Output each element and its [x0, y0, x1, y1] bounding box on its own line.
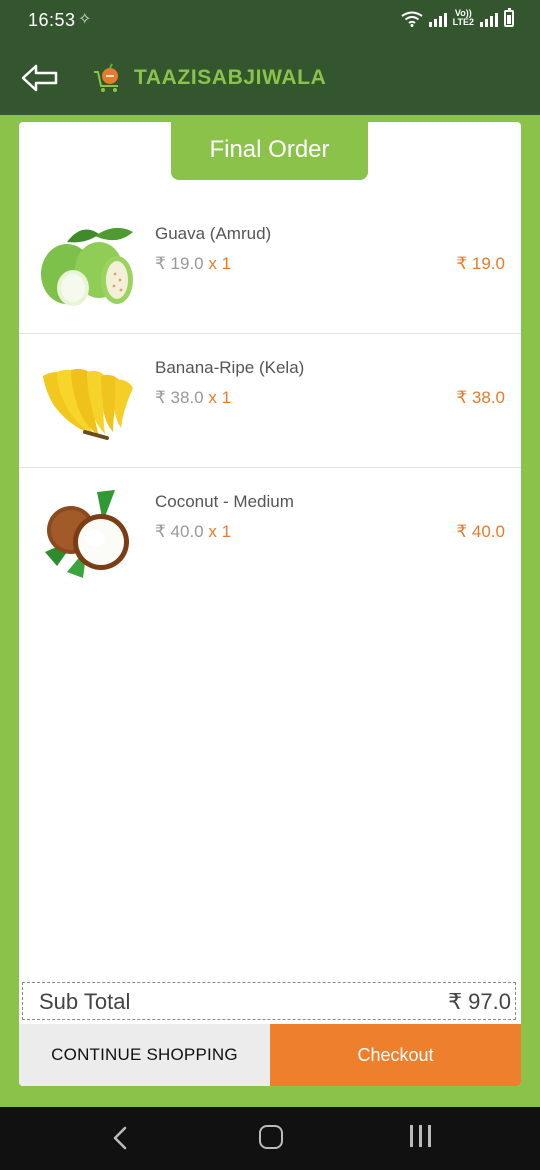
banana-image [43, 368, 133, 440]
item-quantity: x 1 [208, 388, 232, 407]
volte-indicator: Vo)) LTE2 [453, 9, 474, 27]
brand: TAAZISABJIWALA [92, 62, 326, 94]
magic-wand-icon: ✧ [78, 11, 92, 28]
nav-recents-icon[interactable] [410, 1125, 431, 1147]
signal-icon-1 [428, 11, 447, 27]
status-bar: 16:53 ✧ Vo)) LTE2 [0, 0, 540, 42]
item-unit-price: ₹ 40.0 x 1 [155, 522, 231, 542]
item-unit-price: ₹ 38.0 x 1 [155, 388, 231, 408]
order-item[interactable]: Banana-Ripe (Kela) ₹ 38.0 x 1 ₹ 38.0 [19, 334, 521, 468]
item-name: Coconut - Medium [155, 492, 294, 511]
final-order-tab: Final Order [171, 122, 368, 180]
order-card: Final Order Guava (Amrud) ₹ 19.0 x 1 ₹ 1 [19, 122, 521, 1086]
order-item[interactable]: Coconut - Medium ₹ 40.0 x 1 ₹ 40.0 [19, 468, 521, 602]
subtotal-row: Sub Total ₹ 97.0 [22, 982, 516, 1020]
battery-icon [504, 8, 514, 27]
back-arrow-icon [21, 64, 58, 92]
cart-logo-icon [94, 63, 118, 92]
item-unit-price: ₹ 19.0 x 1 [155, 254, 231, 274]
guava-image [41, 227, 133, 306]
status-icons: Vo)) LTE2 [401, 8, 514, 27]
item-unit-price-value: ₹ 38.0 [155, 388, 204, 407]
system-nav-bar [0, 1107, 540, 1170]
subtotal-value: ₹ 97.0 [448, 989, 511, 1014]
item-quantity: x 1 [208, 522, 232, 541]
wifi-icon [401, 11, 423, 27]
item-name: Banana-Ripe (Kela) [155, 358, 305, 377]
status-time: 16:53 [28, 10, 76, 30]
checkout-button[interactable]: Checkout [270, 1024, 521, 1086]
coconut-image [45, 490, 129, 578]
app-title: TAAZISABJIWALA [134, 66, 327, 89]
nav-back-icon[interactable] [108, 1125, 132, 1151]
item-unit-price-value: ₹ 19.0 [155, 254, 204, 273]
item-total: ₹ 40.0 [456, 522, 505, 541]
item-total: ₹ 38.0 [456, 388, 505, 407]
signal-icon-2 [480, 11, 498, 27]
app-bar: TAAZISABJIWALA [0, 42, 540, 115]
item-unit-price-value: ₹ 40.0 [155, 522, 204, 541]
subtotal-label: Sub Total [39, 989, 131, 1014]
item-total: ₹ 19.0 [456, 254, 505, 273]
item-name: Guava (Amrud) [155, 224, 272, 243]
volte-bottom-label: LTE2 [452, 17, 474, 27]
nav-home-icon[interactable] [259, 1125, 283, 1149]
order-items-list: Guava (Amrud) ₹ 19.0 x 1 ₹ 19.0 Banana-R… [19, 200, 521, 602]
continue-shopping-button[interactable]: CONTINUE SHOPPING [19, 1024, 270, 1086]
back-button[interactable] [20, 62, 60, 94]
item-quantity: x 1 [208, 254, 232, 273]
order-item[interactable]: Guava (Amrud) ₹ 19.0 x 1 ₹ 19.0 [19, 200, 521, 334]
